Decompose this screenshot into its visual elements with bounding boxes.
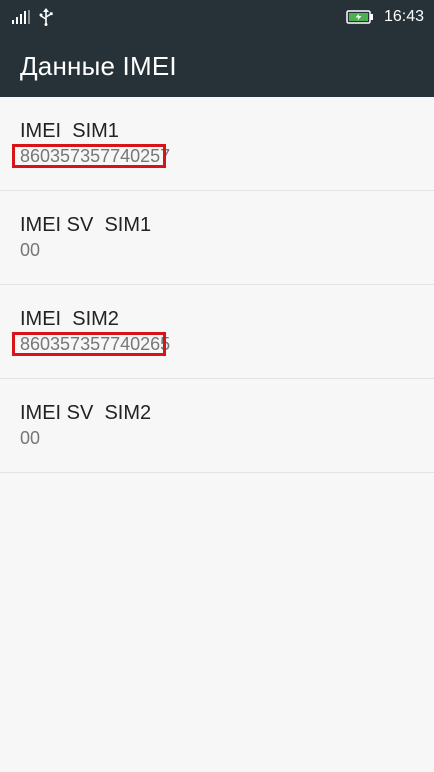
imei-screen: 16:43 Данные IMEI IMEI SIM1 860357357740… xyxy=(0,0,434,772)
usb-icon xyxy=(38,7,54,26)
highlight-box xyxy=(12,144,166,168)
list-item-imei-sim2: IMEI SIM2 860357357740265 xyxy=(0,285,434,379)
page-title: Данные IMEI xyxy=(20,51,177,81)
signal-icon xyxy=(12,9,30,24)
list-item-imei-sim1: IMEI SIM1 860357357740257 xyxy=(0,97,434,191)
item-value: 00 xyxy=(20,240,41,260)
item-value: 00 xyxy=(20,428,41,448)
status-bar: 16:43 xyxy=(0,0,434,33)
list-item-imei-sv-sim2: IMEI SV SIM2 00 xyxy=(0,379,434,473)
item-title: IMEI SIM2 xyxy=(20,308,119,330)
highlight-box xyxy=(12,332,166,356)
item-title: IMEI SIM1 xyxy=(20,120,119,142)
status-left xyxy=(12,0,54,33)
list-item-imei-sv-sim1: IMEI SV SIM1 00 xyxy=(0,191,434,285)
imei-list: IMEI SIM1 860357357740257 IMEI SV SIM1 0… xyxy=(0,97,434,473)
battery-charging-icon xyxy=(346,9,374,25)
item-title: IMEI SV SIM2 xyxy=(20,402,152,424)
clock: 16:43 xyxy=(383,7,424,25)
item-title: IMEI SV SIM1 xyxy=(20,214,152,236)
status-right: 16:43 xyxy=(346,0,424,33)
app-bar: Данные IMEI xyxy=(0,33,434,97)
